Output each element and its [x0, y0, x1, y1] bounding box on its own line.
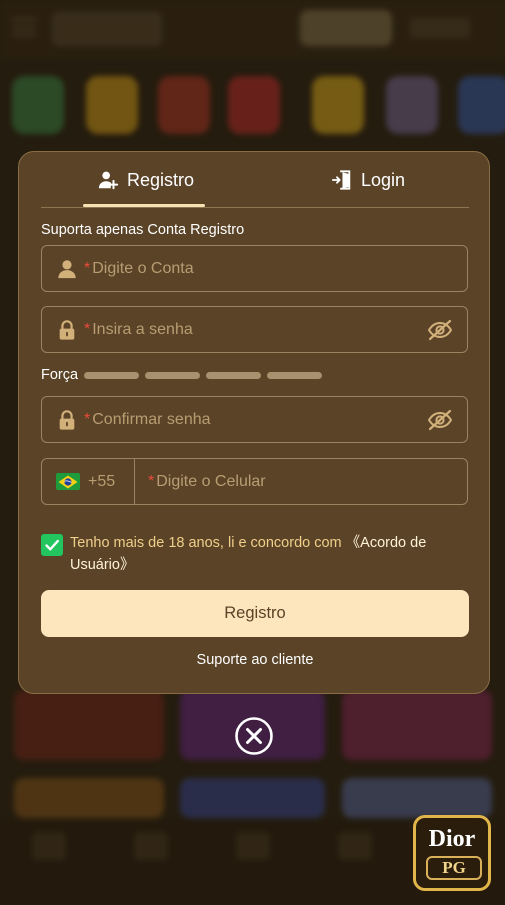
password-strength: Força: [41, 367, 328, 383]
required-mark: *: [148, 472, 155, 490]
tab-register[interactable]: Registro: [97, 152, 194, 208]
agreement-label: Tenho mais de 18 anos, li e concordo com: [70, 535, 346, 551]
strength-bar: [145, 371, 201, 379]
country-code: +55: [88, 472, 116, 490]
country-code-selector[interactable]: +55: [42, 459, 135, 504]
register-hint: Suporta apenas Conta Registro: [41, 222, 245, 238]
active-tab-indicator: [83, 204, 205, 207]
brazil-flag-icon: [56, 473, 80, 490]
phone-input[interactable]: * Digite o Celular: [148, 473, 467, 491]
register-submit-button[interactable]: Registro: [41, 590, 469, 637]
close-circle-icon[interactable]: [234, 716, 274, 756]
strength-label: Força: [41, 367, 79, 383]
confirm-placeholder: Confirmar senha: [92, 410, 211, 428]
phone-placeholder: Digite o Celular: [156, 472, 266, 490]
register-modal: Registro Login Suporta apenas Conta Regi…: [18, 151, 490, 694]
account-placeholder: Digite o Conta: [92, 259, 194, 277]
password-placeholder: Insira a senha: [92, 320, 193, 338]
logo-line-2: PG: [426, 856, 482, 880]
agreement-row: Tenho mais de 18 anos, li e concordo com…: [41, 532, 461, 576]
required-mark: *: [84, 320, 91, 338]
phone-field[interactable]: +55 * Digite o Celular: [41, 458, 468, 505]
eye-off-icon[interactable]: [427, 319, 453, 341]
confirm-password-field[interactable]: * Confirmar senha: [41, 396, 468, 443]
required-mark: *: [84, 410, 91, 428]
customer-support-link[interactable]: Suporte ao cliente: [19, 652, 491, 668]
required-mark: *: [84, 259, 91, 277]
agree-checkbox[interactable]: [41, 534, 63, 556]
account-field[interactable]: * Digite o Conta: [41, 245, 468, 292]
password-field[interactable]: * Insira a senha: [41, 306, 468, 353]
lock-icon: [59, 409, 75, 430]
tab-login[interactable]: Login: [331, 152, 405, 208]
check-icon: [45, 539, 59, 551]
auth-tabs: Registro Login: [41, 152, 469, 208]
tab-login-label: Login: [361, 169, 406, 190]
account-input[interactable]: * Digite o Conta: [84, 260, 467, 278]
door-login-icon: [331, 170, 351, 190]
user-icon: [58, 259, 76, 278]
confirm-password-input[interactable]: * Confirmar senha: [84, 411, 427, 429]
strength-bar: [206, 371, 262, 379]
password-input[interactable]: * Insira a senha: [84, 321, 427, 339]
eye-off-icon[interactable]: [427, 409, 453, 431]
user-plus-icon: [98, 171, 119, 190]
strength-bar: [84, 371, 140, 379]
logo-line-1: Dior: [428, 826, 476, 852]
lock-icon: [59, 319, 75, 340]
strength-bar: [267, 371, 323, 379]
app-logo[interactable]: Dior PG: [413, 815, 491, 891]
tab-register-label: Registro: [127, 169, 195, 190]
agreement-text: Tenho mais de 18 anos, li e concordo com…: [70, 532, 461, 576]
